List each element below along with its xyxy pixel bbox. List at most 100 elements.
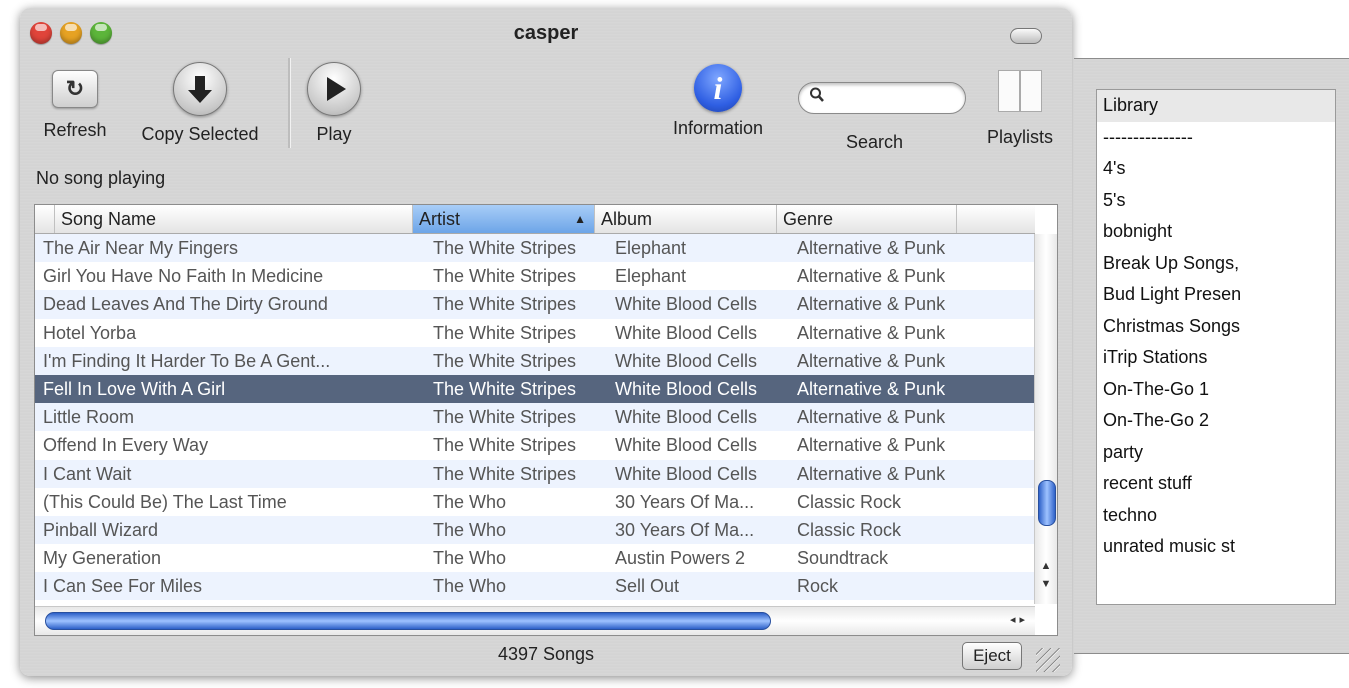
table-row[interactable]: Little Room The White Stripes White Blood … (35, 403, 1035, 432)
playlist-item[interactable]: recent stuff (1097, 468, 1335, 500)
row-spacer (969, 460, 1035, 488)
album-cell: White Blood Cells (615, 435, 758, 456)
playlist-item[interactable]: techno (1097, 500, 1335, 532)
table-row[interactable]: Hotel Yorba The White Stripes White Blood … (35, 318, 1035, 347)
genre-cell: Alternative & Punk (797, 463, 946, 484)
artist-cell: The White Stripes (433, 378, 577, 399)
song-name-cell: (This Could Be) The Last Time (43, 491, 287, 512)
artist-cell: The White Stripes (433, 266, 577, 287)
column-header-spacer (35, 205, 55, 233)
play-label: Play (316, 124, 352, 144)
playlist-item[interactable]: bobnight (1097, 216, 1335, 248)
album-cell: White Blood Cells (615, 407, 758, 428)
column-header-song-name[interactable]: Song Name (55, 205, 413, 233)
artist-cell: The Who (433, 576, 507, 597)
vertical-scroll-thumb[interactable] (1038, 480, 1056, 526)
toolbar-toggle-button[interactable] (1010, 28, 1042, 44)
table-row[interactable]: Dead Leaves And The Dirty Ground The Whit… (35, 290, 1035, 319)
artist-cell: The White Stripes (433, 435, 577, 456)
genre-cell: Alternative & Punk (797, 238, 946, 258)
resize-grip-icon[interactable] (1036, 648, 1060, 672)
row-spacer (969, 572, 1035, 600)
playlist-item[interactable]: party (1097, 437, 1335, 469)
info-icon: i (694, 64, 742, 112)
album-cell: White Blood Cells (615, 378, 758, 399)
play-button[interactable]: Play (304, 62, 364, 145)
now-playing-status: No song playing (36, 168, 166, 188)
playlist-item[interactable]: Library (1097, 90, 1335, 122)
scroll-down-arrow[interactable]: ▼ (1035, 576, 1057, 592)
column-header-album[interactable]: Album (595, 205, 777, 233)
column-header-genre[interactable]: Genre (777, 205, 957, 233)
column-header-artist[interactable]: Artist ▲ (413, 205, 595, 233)
search-icon (809, 86, 825, 109)
song-name-cell: Hotel Yorba (43, 322, 137, 343)
song-table: Song Name Artist ▲ Album Genre The Air N… (34, 204, 1058, 636)
information-button[interactable]: i Information (656, 64, 780, 139)
table-row[interactable]: My Generation The Who Austin Powers 2 Sound… (35, 544, 1035, 573)
playlists-icon (996, 70, 1044, 112)
playlists-label: Playlists (986, 127, 1053, 147)
song-name-cell: Fell In Love With A Girl (43, 378, 226, 399)
album-cell: 30 Years Of Ma... (615, 491, 755, 512)
table-row[interactable]: (This Could Be) The Last Time The Who 30 Y… (35, 487, 1035, 516)
refresh-button[interactable]: ↻ Refresh (34, 70, 116, 141)
refresh-icon: ↻ (52, 70, 98, 108)
table-row[interactable]: Girl You Have No Faith In Medicine The Wh… (35, 262, 1035, 291)
row-spacer (969, 403, 1035, 431)
table-row[interactable]: Offend In Every Way The White Stripes Whit… (35, 431, 1035, 460)
table-row[interactable]: I Can See For Miles The Who Sell Out Rock (35, 572, 1035, 601)
main-window: casper ↻ Refresh Copy Selected Play i In… (20, 8, 1072, 676)
artist-cell: The White Stripes (433, 294, 577, 315)
artist-cell: The Who (433, 548, 507, 569)
search-label: Search (846, 132, 904, 152)
song-name-cell: My Generation (43, 548, 162, 569)
table-row[interactable]: I'm Finding It Harder To Be A Gent... The… (35, 346, 1035, 375)
playlist-item[interactable]: On-The-Go 1 (1097, 374, 1335, 406)
horizontal-scroll-arrows[interactable]: ◂▸ (1010, 613, 1029, 626)
table-row[interactable]: Pinball Wizard The Who 30 Years Of Ma... Cl… (35, 515, 1035, 545)
playlist-item[interactable]: Christmas Songs (1097, 311, 1335, 343)
song-name-cell: I'm Finding It Harder To Be A Gent... (43, 350, 331, 371)
playlist-item[interactable]: Break Up Songs, (1097, 248, 1335, 280)
genre-cell: Alternative & Punk (797, 322, 946, 343)
download-arrow-icon (173, 62, 227, 116)
playlist-item[interactable]: Bud Light Presen (1097, 279, 1335, 311)
copy-selected-button[interactable]: Copy Selected (124, 62, 276, 145)
playlist-item[interactable]: unrated music st (1097, 531, 1335, 563)
row-spacer (969, 516, 1035, 544)
title-bar[interactable]: casper (20, 8, 1072, 52)
table-row[interactable]: Fell In Love With A Girl The White Stripe… (35, 374, 1035, 404)
genre-cell: Alternative & Punk (797, 350, 946, 371)
album-cell: Elephant (615, 266, 687, 287)
row-spacer (969, 375, 1035, 403)
artist-cell: The White Stripes (433, 407, 577, 428)
playlist-item[interactable]: iTrip Stations (1097, 342, 1335, 374)
playlists-button[interactable]: Playlists (980, 70, 1060, 148)
genre-cell: Classic Rock (797, 491, 902, 512)
artist-cell: The Who (433, 491, 507, 512)
playlist-item[interactable]: On-The-Go 2 (1097, 405, 1335, 437)
genre-cell: Soundtrack (797, 548, 889, 569)
album-cell: White Blood Cells (615, 350, 758, 371)
playlist-list: Library --------------- 4's 5's bobnight Brea… (1096, 89, 1336, 605)
playlist-item[interactable]: 5's (1097, 185, 1335, 217)
table-row[interactable]: I Cant Wait The White Stripes White Blood … (35, 459, 1035, 488)
song-count: 4397 Songs (497, 644, 595, 664)
eject-button[interactable]: Eject (962, 642, 1022, 670)
row-spacer (969, 488, 1035, 516)
genre-cell: Alternative & Punk (797, 435, 946, 456)
row-spacer (969, 544, 1035, 572)
song-name-cell: Pinball Wizard (43, 519, 159, 540)
table-row[interactable]: The Air Near My Fingers The White Stripes… (35, 234, 1035, 263)
search-input[interactable] (798, 82, 966, 114)
playlist-item[interactable]: 4's (1097, 153, 1335, 185)
artist-cell: The White Stripes (433, 463, 577, 484)
genre-cell: Alternative & Punk (797, 266, 946, 287)
scroll-up-arrow[interactable]: ▲ (1035, 558, 1057, 574)
horizontal-scroll-thumb[interactable] (45, 612, 771, 630)
vertical-scrollbar[interactable]: ▲ ▼ (1034, 234, 1057, 604)
horizontal-scrollbar[interactable]: ◂▸ (35, 606, 1035, 635)
artist-cell: The White Stripes (433, 350, 577, 371)
table-header: Song Name Artist ▲ Album Genre (35, 205, 1035, 234)
